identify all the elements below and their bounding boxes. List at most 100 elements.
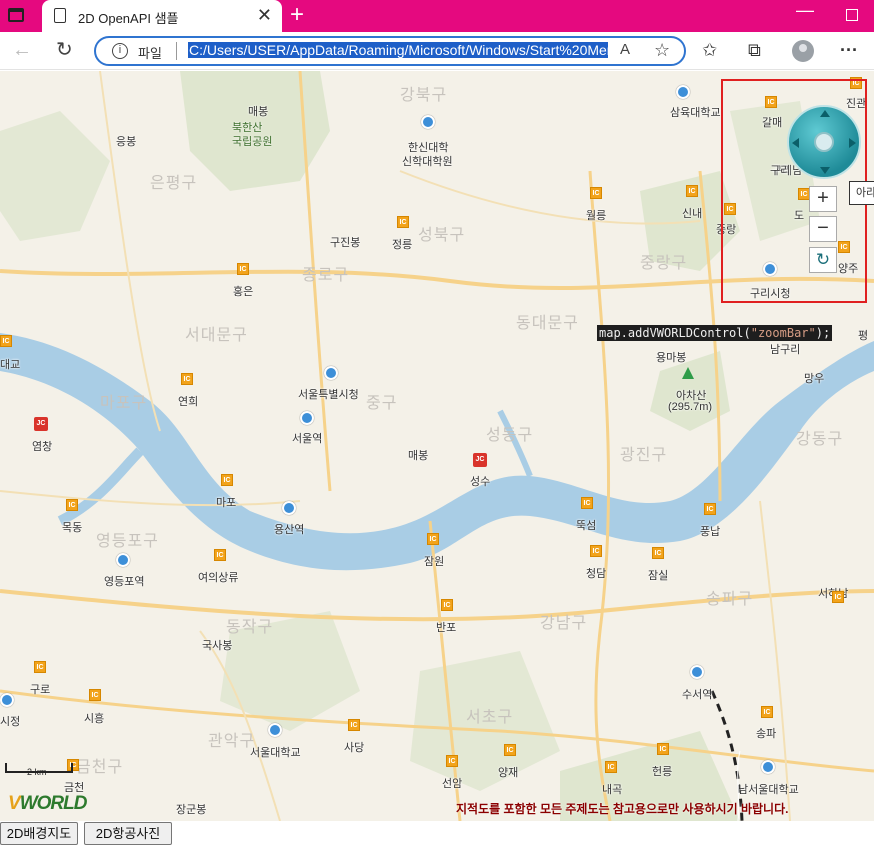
- district-label: 서초구: [466, 709, 514, 726]
- read-aloud-icon[interactable]: A: [620, 41, 630, 58]
- new-tab-button[interactable]: +: [290, 2, 304, 28]
- ic-marker: IC: [446, 755, 458, 767]
- browser-tab[interactable]: 2D OpenAPI 샘플 ✕: [42, 0, 282, 32]
- url-text[interactable]: C:/Users/USER/AppData/Roaming/Microsoft/…: [188, 42, 608, 58]
- window-menu-icon[interactable]: [8, 8, 24, 22]
- ic-marker: IC: [427, 533, 439, 545]
- place-label: 내곡: [602, 784, 623, 796]
- pan-compass-control[interactable]: [787, 105, 861, 179]
- pan-down-icon[interactable]: [820, 167, 830, 174]
- district-label: 송파구: [706, 591, 754, 608]
- favorites-icon[interactable]: ✩: [702, 40, 717, 60]
- place-label: 선암: [442, 778, 463, 790]
- place-label: (295.7m): [668, 401, 713, 413]
- minimize-button[interactable]: —: [796, 0, 814, 20]
- zoom-out-button[interactable]: −: [809, 216, 837, 242]
- district-label: 중구: [366, 395, 398, 412]
- url-separator: [176, 42, 177, 60]
- district-label: 관악구: [208, 733, 256, 750]
- reload-icon[interactable]: ↻: [56, 39, 73, 61]
- scale-label: 2 km: [27, 767, 47, 777]
- university-poi-icon: [421, 115, 435, 129]
- place-label: 홍은: [233, 286, 254, 298]
- close-tab-icon[interactable]: ✕: [257, 5, 272, 25]
- place-label: 헌릉: [652, 766, 673, 778]
- place-label: 남구리: [770, 344, 801, 356]
- place-label: 청담: [586, 568, 607, 580]
- ic-marker: IC: [221, 474, 233, 486]
- place-label: 풍납: [700, 526, 721, 538]
- more-options-icon[interactable]: ···: [840, 40, 858, 60]
- ic-marker: IC: [348, 719, 360, 731]
- district-label: 금천구: [76, 759, 124, 776]
- zoom-in-button[interactable]: +: [809, 186, 837, 212]
- code-string: "zoomBar": [750, 326, 816, 340]
- map-view[interactable]: 강북구 은평구 성북구 종로구 서대문구 동대문구 중랑구 마포구 중구 성동구…: [0, 71, 874, 821]
- collections-icon[interactable]: ⧉: [748, 40, 761, 60]
- ic-marker: IC: [832, 591, 844, 603]
- profile-avatar[interactable]: [792, 40, 814, 62]
- ic-marker: IC: [89, 689, 101, 701]
- place-label: 망우: [804, 373, 825, 385]
- code-overlay: map.addVWORLDControl("zoomBar");: [597, 325, 833, 341]
- park-label: 국립공원: [232, 136, 273, 148]
- ic-marker: IC: [657, 743, 669, 755]
- control-tooltip: 아라: [849, 181, 874, 205]
- base-map-button[interactable]: 2D배경지도: [0, 822, 78, 845]
- place-label: 응봉: [116, 136, 137, 148]
- ic-marker: IC: [397, 216, 409, 228]
- place-label: 용마봉: [656, 352, 687, 364]
- ic-marker: IC: [704, 503, 716, 515]
- district-label: 광진구: [620, 447, 668, 464]
- place-label: 송파: [756, 728, 777, 740]
- station-poi-icon: [690, 665, 704, 679]
- place-label: 정릉: [392, 239, 413, 251]
- title-bar: 2D OpenAPI 샘플 ✕ + —: [0, 0, 874, 32]
- place-label: 잠원: [424, 556, 445, 568]
- address-bar[interactable]: i 파일 C:/Users/USER/AppData/Roaming/Micro…: [94, 36, 686, 66]
- maximize-button[interactable]: [846, 9, 858, 21]
- info-icon[interactable]: i: [112, 43, 128, 59]
- place-label: 염창: [32, 441, 53, 453]
- place-label: 잠실: [648, 570, 669, 582]
- place-label: 서울역: [292, 433, 323, 445]
- district-label: 강남구: [540, 615, 588, 632]
- place-label: 대교: [0, 359, 21, 371]
- station-poi-icon: [300, 411, 314, 425]
- ic-marker: IC: [34, 661, 46, 673]
- district-label: 서대문구: [185, 327, 248, 344]
- navigation-bar: ← ↻ i 파일 C:/Users/USER/AppData/Roaming/M…: [0, 32, 874, 70]
- add-favorite-icon[interactable]: ☆: [654, 40, 670, 61]
- ic-marker: IC: [0, 335, 12, 347]
- district-label: 강동구: [796, 431, 844, 448]
- district-label: 은평구: [150, 175, 198, 192]
- university-poi-icon: [268, 723, 282, 737]
- compass-center-icon[interactable]: [814, 132, 834, 152]
- district-label: 동대문구: [516, 315, 579, 332]
- pan-up-icon[interactable]: [820, 110, 830, 117]
- university-poi-icon: [676, 85, 690, 99]
- reset-view-button[interactable]: ↻: [809, 247, 837, 273]
- place-label: 남서울대학교: [738, 784, 799, 796]
- ic-marker: IC: [605, 761, 617, 773]
- place-label: 서울특별시청: [298, 389, 359, 401]
- place-label: 연희: [178, 396, 199, 408]
- district-label: 성북구: [418, 227, 466, 244]
- aerial-photo-button[interactable]: 2D항공사진: [84, 822, 172, 845]
- place-label: 양재: [498, 767, 519, 779]
- ic-marker: IC: [761, 706, 773, 718]
- place-label: 신학대학원: [402, 156, 453, 168]
- back-arrow-icon[interactable]: ←: [12, 39, 32, 61]
- ic-marker: IC: [441, 599, 453, 611]
- place-label: 목동: [62, 522, 83, 534]
- district-label: 마포구: [100, 395, 148, 412]
- pan-right-icon[interactable]: [849, 138, 856, 148]
- station-poi-icon: [116, 553, 130, 567]
- ic-marker: IC: [590, 187, 602, 199]
- place-label: 구로: [30, 684, 51, 696]
- pan-left-icon[interactable]: [792, 138, 799, 148]
- place-label: 서울대학교: [250, 747, 301, 759]
- ic-marker: IC: [686, 185, 698, 197]
- ic-marker: IC: [590, 545, 602, 557]
- district-label: 종로구: [302, 267, 350, 284]
